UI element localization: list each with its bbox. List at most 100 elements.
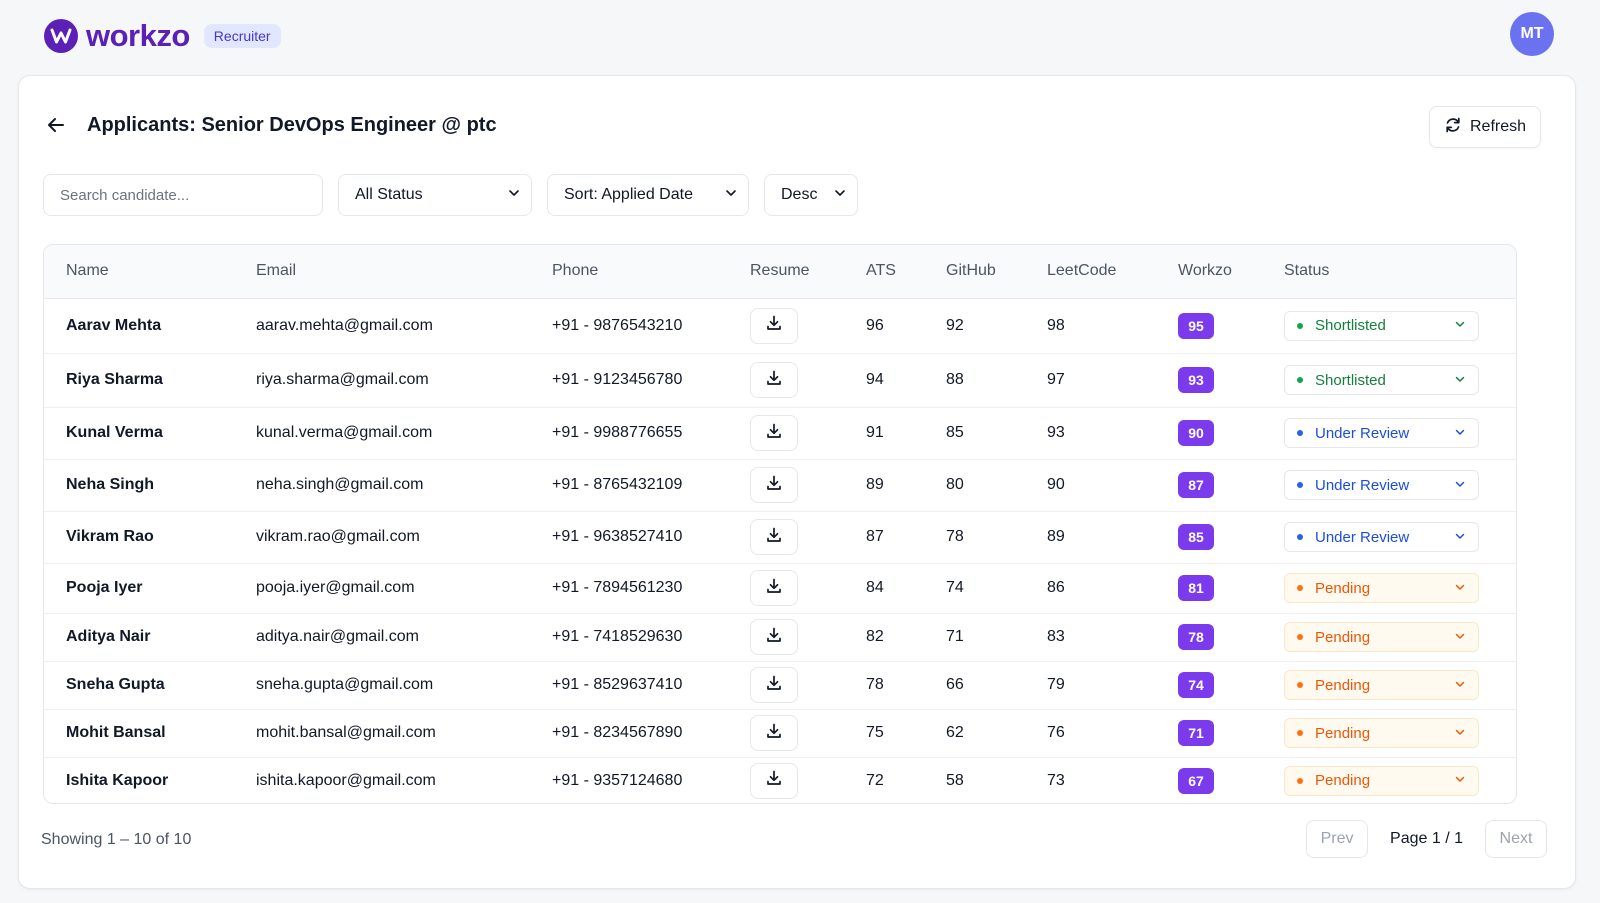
pagination-summary: Showing 1 – 10 of 10 xyxy=(41,831,192,848)
table-row: Mohit Bansal mohit.bansal@gmail.com +91 - … xyxy=(44,709,1516,757)
candidate-email: pooja.iyer@gmail.com xyxy=(256,579,415,596)
order-value: Desc xyxy=(781,186,818,203)
next-page-button[interactable]: Next xyxy=(1485,820,1547,858)
column-header: Resume xyxy=(750,245,866,299)
resume-download-button[interactable] xyxy=(750,467,798,503)
sort-value: Sort: Applied Date xyxy=(564,186,693,203)
chevron-down-icon xyxy=(1454,580,1466,597)
chevron-down-icon xyxy=(1454,725,1466,742)
candidate-name: Riya Sharma xyxy=(66,371,163,388)
candidate-phone: +91 - 9988776655 xyxy=(552,424,683,441)
chevron-down-icon xyxy=(1454,529,1466,546)
candidate-email: kunal.verma@gmail.com xyxy=(256,424,433,441)
candidate-name: Sneha Gupta xyxy=(66,676,165,693)
status-label: Shortlisted xyxy=(1315,371,1386,389)
status-filter-select[interactable]: All Status xyxy=(338,174,532,216)
candidate-email: sneha.gupta@gmail.com xyxy=(256,676,434,693)
avatar[interactable]: MT xyxy=(1510,12,1554,56)
chevron-down-icon xyxy=(1454,317,1466,334)
search-input[interactable] xyxy=(43,174,323,216)
candidate-phone: +91 - 8234567890 xyxy=(552,724,683,741)
table-row: Aditya Nair aditya.nair@gmail.com +91 - 74… xyxy=(44,613,1516,661)
status-dot xyxy=(1297,777,1303,784)
status-select[interactable]: Shortlisted xyxy=(1284,310,1479,341)
ats-score: 96 xyxy=(866,316,884,334)
github-score: 85 xyxy=(946,424,964,441)
pagination: Prev Page 1 / 1 Next xyxy=(1306,820,1547,858)
back-arrow-icon[interactable] xyxy=(43,112,69,138)
resume-download-button[interactable] xyxy=(750,667,798,703)
leetcode-score: 86 xyxy=(1047,579,1065,596)
github-score: 78 xyxy=(946,528,964,545)
chevron-down-icon xyxy=(1454,772,1466,789)
resume-download-button[interactable] xyxy=(750,762,798,799)
candidate-phone: +91 - 8765432109 xyxy=(552,476,683,493)
resume-download-button[interactable] xyxy=(750,362,798,398)
chevron-down-icon xyxy=(833,186,847,205)
status-dot xyxy=(1297,534,1303,540)
column-header: Phone xyxy=(552,245,750,299)
resume-download-button[interactable] xyxy=(750,619,798,655)
ats-score: 82 xyxy=(866,628,884,645)
status-label: Pending xyxy=(1315,724,1371,742)
github-score: 80 xyxy=(946,476,964,493)
candidate-name: Aditya Nair xyxy=(66,628,151,645)
table-row: Vikram Rao vikram.rao@gmail.com +91 - 9638… xyxy=(44,511,1516,563)
refresh-button[interactable]: Refresh xyxy=(1429,106,1541,148)
status-label: Under Review xyxy=(1315,528,1410,546)
status-select[interactable]: Under Review xyxy=(1284,522,1479,552)
candidate-phone: +91 - 9876543210 xyxy=(552,316,683,334)
workzo-score-badge: 81 xyxy=(1178,575,1214,601)
workzo-score-badge: 71 xyxy=(1178,720,1214,746)
download-icon xyxy=(765,674,783,697)
page-title: Applicants: Senior DevOps Engineer @ ptc xyxy=(87,113,497,136)
ats-score: 91 xyxy=(866,424,884,441)
status-select[interactable]: Pending xyxy=(1284,622,1479,652)
prev-page-button[interactable]: Prev xyxy=(1306,820,1369,858)
ats-score: 89 xyxy=(866,476,884,493)
candidate-phone: +91 - 9357124680 xyxy=(552,771,683,789)
download-icon xyxy=(765,422,783,445)
status-select[interactable]: Pending xyxy=(1284,718,1479,748)
candidate-name: Mohit Bansal xyxy=(66,724,166,741)
download-icon xyxy=(765,626,783,649)
candidate-phone: +91 - 9123456780 xyxy=(552,371,683,388)
leetcode-score: 79 xyxy=(1047,676,1065,693)
status-label: Under Review xyxy=(1315,424,1410,442)
refresh-icon xyxy=(1444,116,1462,139)
download-icon xyxy=(765,314,783,337)
order-select[interactable]: Desc xyxy=(764,174,858,216)
candidate-name: Vikram Rao xyxy=(66,528,154,545)
column-header: Workzo xyxy=(1178,245,1284,299)
status-select[interactable]: Under Review xyxy=(1284,418,1479,448)
resume-download-button[interactable] xyxy=(750,570,798,606)
resume-download-button[interactable] xyxy=(750,715,798,751)
resume-download-button[interactable] xyxy=(750,519,798,555)
column-header: LeetCode xyxy=(1047,245,1178,299)
github-score: 88 xyxy=(946,371,964,388)
status-select[interactable]: Pending xyxy=(1284,765,1479,796)
table-row: Neha Singh neha.singh@gmail.com +91 - 8765… xyxy=(44,459,1516,511)
status-dot xyxy=(1297,430,1303,436)
table-row: Kunal Verma kunal.verma@gmail.com +91 - 99… xyxy=(44,407,1516,459)
github-score: 58 xyxy=(946,771,964,789)
status-select[interactable]: Under Review xyxy=(1284,470,1479,500)
resume-download-button[interactable] xyxy=(750,415,798,451)
resume-download-button[interactable] xyxy=(750,307,798,344)
status-select[interactable]: Pending xyxy=(1284,573,1479,603)
sort-select[interactable]: Sort: Applied Date xyxy=(547,174,749,216)
top-bar: workzo Recruiter MT xyxy=(0,0,1600,72)
chevron-down-icon xyxy=(1454,477,1466,494)
brand-logo[interactable]: workzo xyxy=(44,18,190,54)
download-icon xyxy=(765,769,783,792)
status-label: Pending xyxy=(1315,676,1371,694)
candidate-email: riya.sharma@gmail.com xyxy=(256,371,429,388)
candidate-name: Ishita Kapoor xyxy=(66,771,169,789)
table-row: Ishita Kapoor ishita.kapoor@gmail.com +91 … xyxy=(44,757,1516,803)
candidate-phone: +91 - 7894561230 xyxy=(552,579,683,596)
workzo-score-badge: 67 xyxy=(1178,767,1214,794)
status-select[interactable]: Pending xyxy=(1284,670,1479,700)
filter-bar: All Status Sort: Applied Date Desc xyxy=(43,174,858,216)
status-dot xyxy=(1297,377,1303,383)
status-select[interactable]: Shortlisted xyxy=(1284,365,1479,395)
